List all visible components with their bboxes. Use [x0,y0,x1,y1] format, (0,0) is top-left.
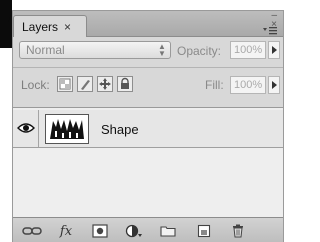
fill-input[interactable]: 100% [230,76,266,94]
fill-label: Fill: [205,78,224,92]
blend-row: Normal ▲ ▼ Opacity: 100% [13,38,283,64]
lock-row: Lock: Fill: 100% [13,72,283,98]
add-mask-icon[interactable] [89,223,111,239]
blend-mode-select[interactable]: Normal ▲ ▼ [19,41,171,59]
lock-transparent-pixels-icon[interactable] [57,76,73,92]
fill-slider-button[interactable] [268,76,280,94]
adjustment-layer-icon[interactable] [123,223,145,239]
lock-image-pixels-icon[interactable] [77,76,93,92]
layers-panel: Layers × – × Normal ▲ ▼ Opacity: 100% Loc… [12,10,284,242]
visibility-eye-icon[interactable] [13,110,39,147]
link-layers-icon[interactable] [21,223,43,239]
layer-thumbnail[interactable] [45,114,89,144]
layer-name: Shape [101,122,139,137]
layer-row-shape[interactable]: Shape [13,110,283,148]
lock-all-icon[interactable] [117,76,133,92]
opacity-slider-button[interactable] [268,41,280,59]
panel-footer: fx [13,217,283,242]
panel-tab-bar: Layers × – × [13,11,283,37]
divider [13,67,283,68]
opacity-label: Opacity: [177,44,222,58]
lock-label: Lock: [21,78,50,92]
select-arrows-icon: ▲ ▼ [158,42,166,58]
tab-label: Layers [22,19,59,34]
new-layer-icon[interactable] [193,223,215,239]
opacity-input[interactable]: 100% [230,41,266,59]
new-group-icon[interactable] [157,223,179,239]
layer-list: Shape [13,107,283,217]
lock-position-icon[interactable] [97,76,113,92]
blend-mode-value: Normal [26,43,65,57]
tab-close-icon[interactable]: × [64,20,71,34]
panel-menu-icon[interactable] [263,27,277,35]
delete-layer-icon[interactable] [227,223,249,239]
corner-artifact [0,0,12,48]
fx-icon[interactable]: fx [55,223,77,239]
tab-layers[interactable]: Layers × [13,15,87,37]
